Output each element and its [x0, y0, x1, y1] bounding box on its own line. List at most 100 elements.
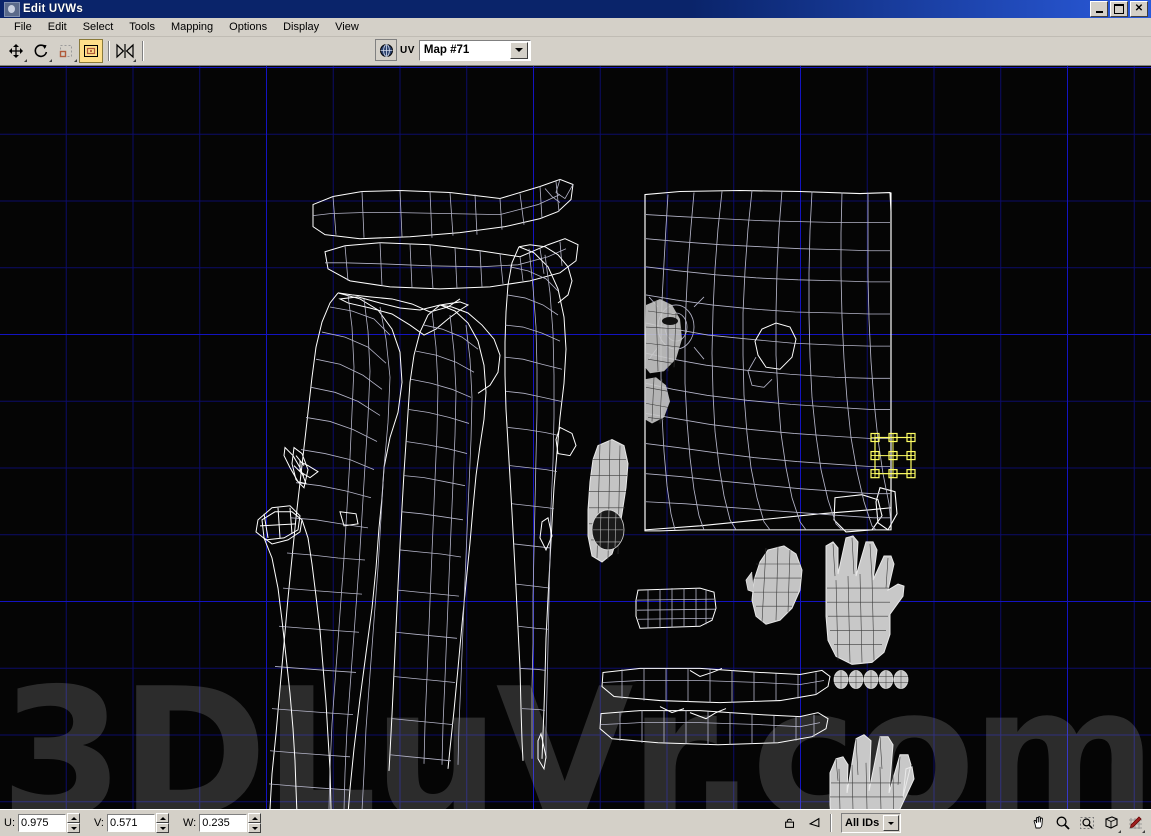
w-spinner[interactable]: W: 0.235	[183, 813, 262, 833]
uv-cluster-spare-leg[interactable]	[504, 244, 573, 761]
snap-grid-icon	[1129, 816, 1142, 829]
map-combo[interactable]: Map #71	[418, 39, 531, 61]
freeform-gizmo[interactable]	[870, 432, 916, 479]
uv-cluster-hand-lower[interactable]	[829, 734, 915, 809]
status-bar: U: 0.975 V: 0.571 W: 0.235 All IDs	[0, 809, 1151, 836]
mirror-tool[interactable]	[113, 39, 137, 63]
zoom-button[interactable]	[1052, 812, 1074, 834]
flyout-corner	[1118, 830, 1121, 833]
minimize-button[interactable]	[1090, 1, 1108, 17]
uv-mesh-layer	[255, 178, 916, 809]
menu-mapping[interactable]: Mapping	[163, 20, 221, 34]
uv-channel-label: UV	[400, 44, 415, 56]
uv-canvas[interactable]: 3DLuVr.com	[0, 66, 1151, 809]
uv-cluster-toe-caps[interactable]	[833, 670, 909, 689]
zoom-extents-button[interactable]	[1100, 812, 1122, 834]
toolbar-separator	[108, 41, 109, 61]
menu-view[interactable]: View	[327, 20, 367, 34]
menu-tools[interactable]: Tools	[121, 20, 163, 34]
material-ids-combo[interactable]: All IDs	[841, 813, 901, 833]
w-spin-down[interactable]	[248, 823, 262, 833]
status-middle-group: All IDs	[778, 810, 901, 836]
u-spin-buttons[interactable]	[67, 813, 80, 833]
uv-cluster-face-shaded	[645, 298, 682, 424]
lock-selection-button[interactable]	[779, 812, 801, 834]
chevron-down-icon[interactable]	[883, 815, 899, 831]
edit-uvws-window: Edit UVWs ✕ File Edit Select Tools Mappi…	[0, 0, 1151, 836]
rotate-icon	[34, 44, 48, 58]
v-input[interactable]: 0.571	[107, 814, 155, 832]
scale-tool[interactable]	[54, 39, 78, 63]
flyout-corner	[133, 59, 136, 62]
v-label: V:	[94, 817, 104, 829]
zoom-region-icon	[1080, 817, 1094, 829]
w-label: W:	[183, 817, 197, 829]
u-spin-down[interactable]	[67, 823, 80, 833]
pan-button[interactable]	[1028, 812, 1050, 834]
uv-cluster-shoulder-flap[interactable]	[283, 296, 470, 485]
w-spin-up[interactable]	[248, 813, 262, 823]
menu-file[interactable]: File	[6, 20, 40, 34]
menu-bar: File Edit Select Tools Mapping Options D…	[0, 18, 1151, 37]
toolbar-separator-2	[142, 41, 143, 61]
v-spin-up[interactable]	[156, 813, 169, 823]
chevron-down-icon[interactable]	[509, 41, 528, 59]
uv-cluster-foot-sole[interactable]	[587, 438, 629, 563]
scale-icon	[59, 45, 72, 58]
uv-cluster-finger-strips-inner	[636, 588, 716, 629]
w-input[interactable]: 0.235	[199, 814, 248, 832]
uv-cluster-hand-back[interactable]	[825, 535, 905, 665]
absolute-relative-button[interactable]	[803, 812, 825, 834]
uv-cluster-forearm-b[interactable]	[599, 706, 829, 746]
menu-options[interactable]: Options	[221, 20, 275, 34]
restore-button[interactable]	[1110, 1, 1128, 17]
window-controls: ✕	[1090, 1, 1148, 17]
flyout-corner	[49, 59, 52, 62]
menu-display[interactable]: Display	[275, 20, 327, 34]
uv-cluster-right-arm-inner	[325, 241, 567, 289]
menu-select[interactable]: Select	[75, 20, 122, 34]
flyout-corner	[74, 59, 77, 62]
main-toolbar: UV Map #71	[0, 37, 1151, 66]
v-spin-down[interactable]	[156, 823, 169, 833]
title-bar: Edit UVWs ✕	[0, 0, 1151, 18]
flyout-corner	[24, 59, 27, 62]
freeform-mode-tool[interactable]	[79, 39, 103, 63]
uv-globe-icon[interactable]	[375, 39, 397, 61]
v-spinner[interactable]: V: 0.571	[94, 813, 169, 833]
uv-cluster-torso-back[interactable]	[388, 304, 501, 771]
map-picker-group: UV Map #71	[375, 39, 531, 61]
w-spin-buttons[interactable]	[248, 813, 262, 833]
uv-cluster-forearm-a[interactable]	[601, 667, 831, 704]
u-input[interactable]: 0.975	[18, 814, 66, 832]
status-separator	[830, 814, 831, 832]
window-title: Edit UVWs	[23, 3, 83, 15]
zoom-extents-icon	[1105, 816, 1118, 829]
uv-cluster-torso-back-inner	[389, 310, 479, 765]
u-spinner[interactable]: U: 0.975	[4, 813, 80, 833]
uv-cluster-torso-front-inner	[268, 294, 391, 809]
u-label: U:	[4, 817, 15, 829]
eye-socket	[662, 317, 678, 326]
flyout-corner	[1142, 830, 1145, 833]
absolute-relative-icon	[808, 817, 819, 828]
move-tool[interactable]	[4, 39, 28, 63]
map-combo-value: Map #71	[423, 44, 470, 56]
lock-selection-icon	[785, 818, 795, 828]
uv-cluster-left-arm[interactable]	[312, 178, 574, 240]
snap-toggle-button[interactable]	[1124, 812, 1146, 834]
close-button[interactable]: ✕	[1130, 1, 1148, 17]
rotate-tool[interactable]	[29, 39, 53, 63]
zoom-region-button[interactable]	[1076, 812, 1098, 834]
v-spin-buttons[interactable]	[156, 813, 169, 833]
move-icon	[9, 44, 23, 58]
freeform-gizmo-icon	[84, 45, 98, 57]
app-icon	[4, 1, 20, 17]
menu-edit[interactable]: Edit	[40, 20, 75, 34]
uv-cluster-torso-front[interactable]	[269, 292, 461, 809]
u-spin-up[interactable]	[67, 813, 80, 823]
view-tools-group	[1027, 810, 1147, 836]
uv-cluster-hand-palm[interactable]	[745, 545, 803, 625]
mirror-icon	[116, 43, 134, 59]
material-ids-value: All IDs	[845, 817, 880, 829]
